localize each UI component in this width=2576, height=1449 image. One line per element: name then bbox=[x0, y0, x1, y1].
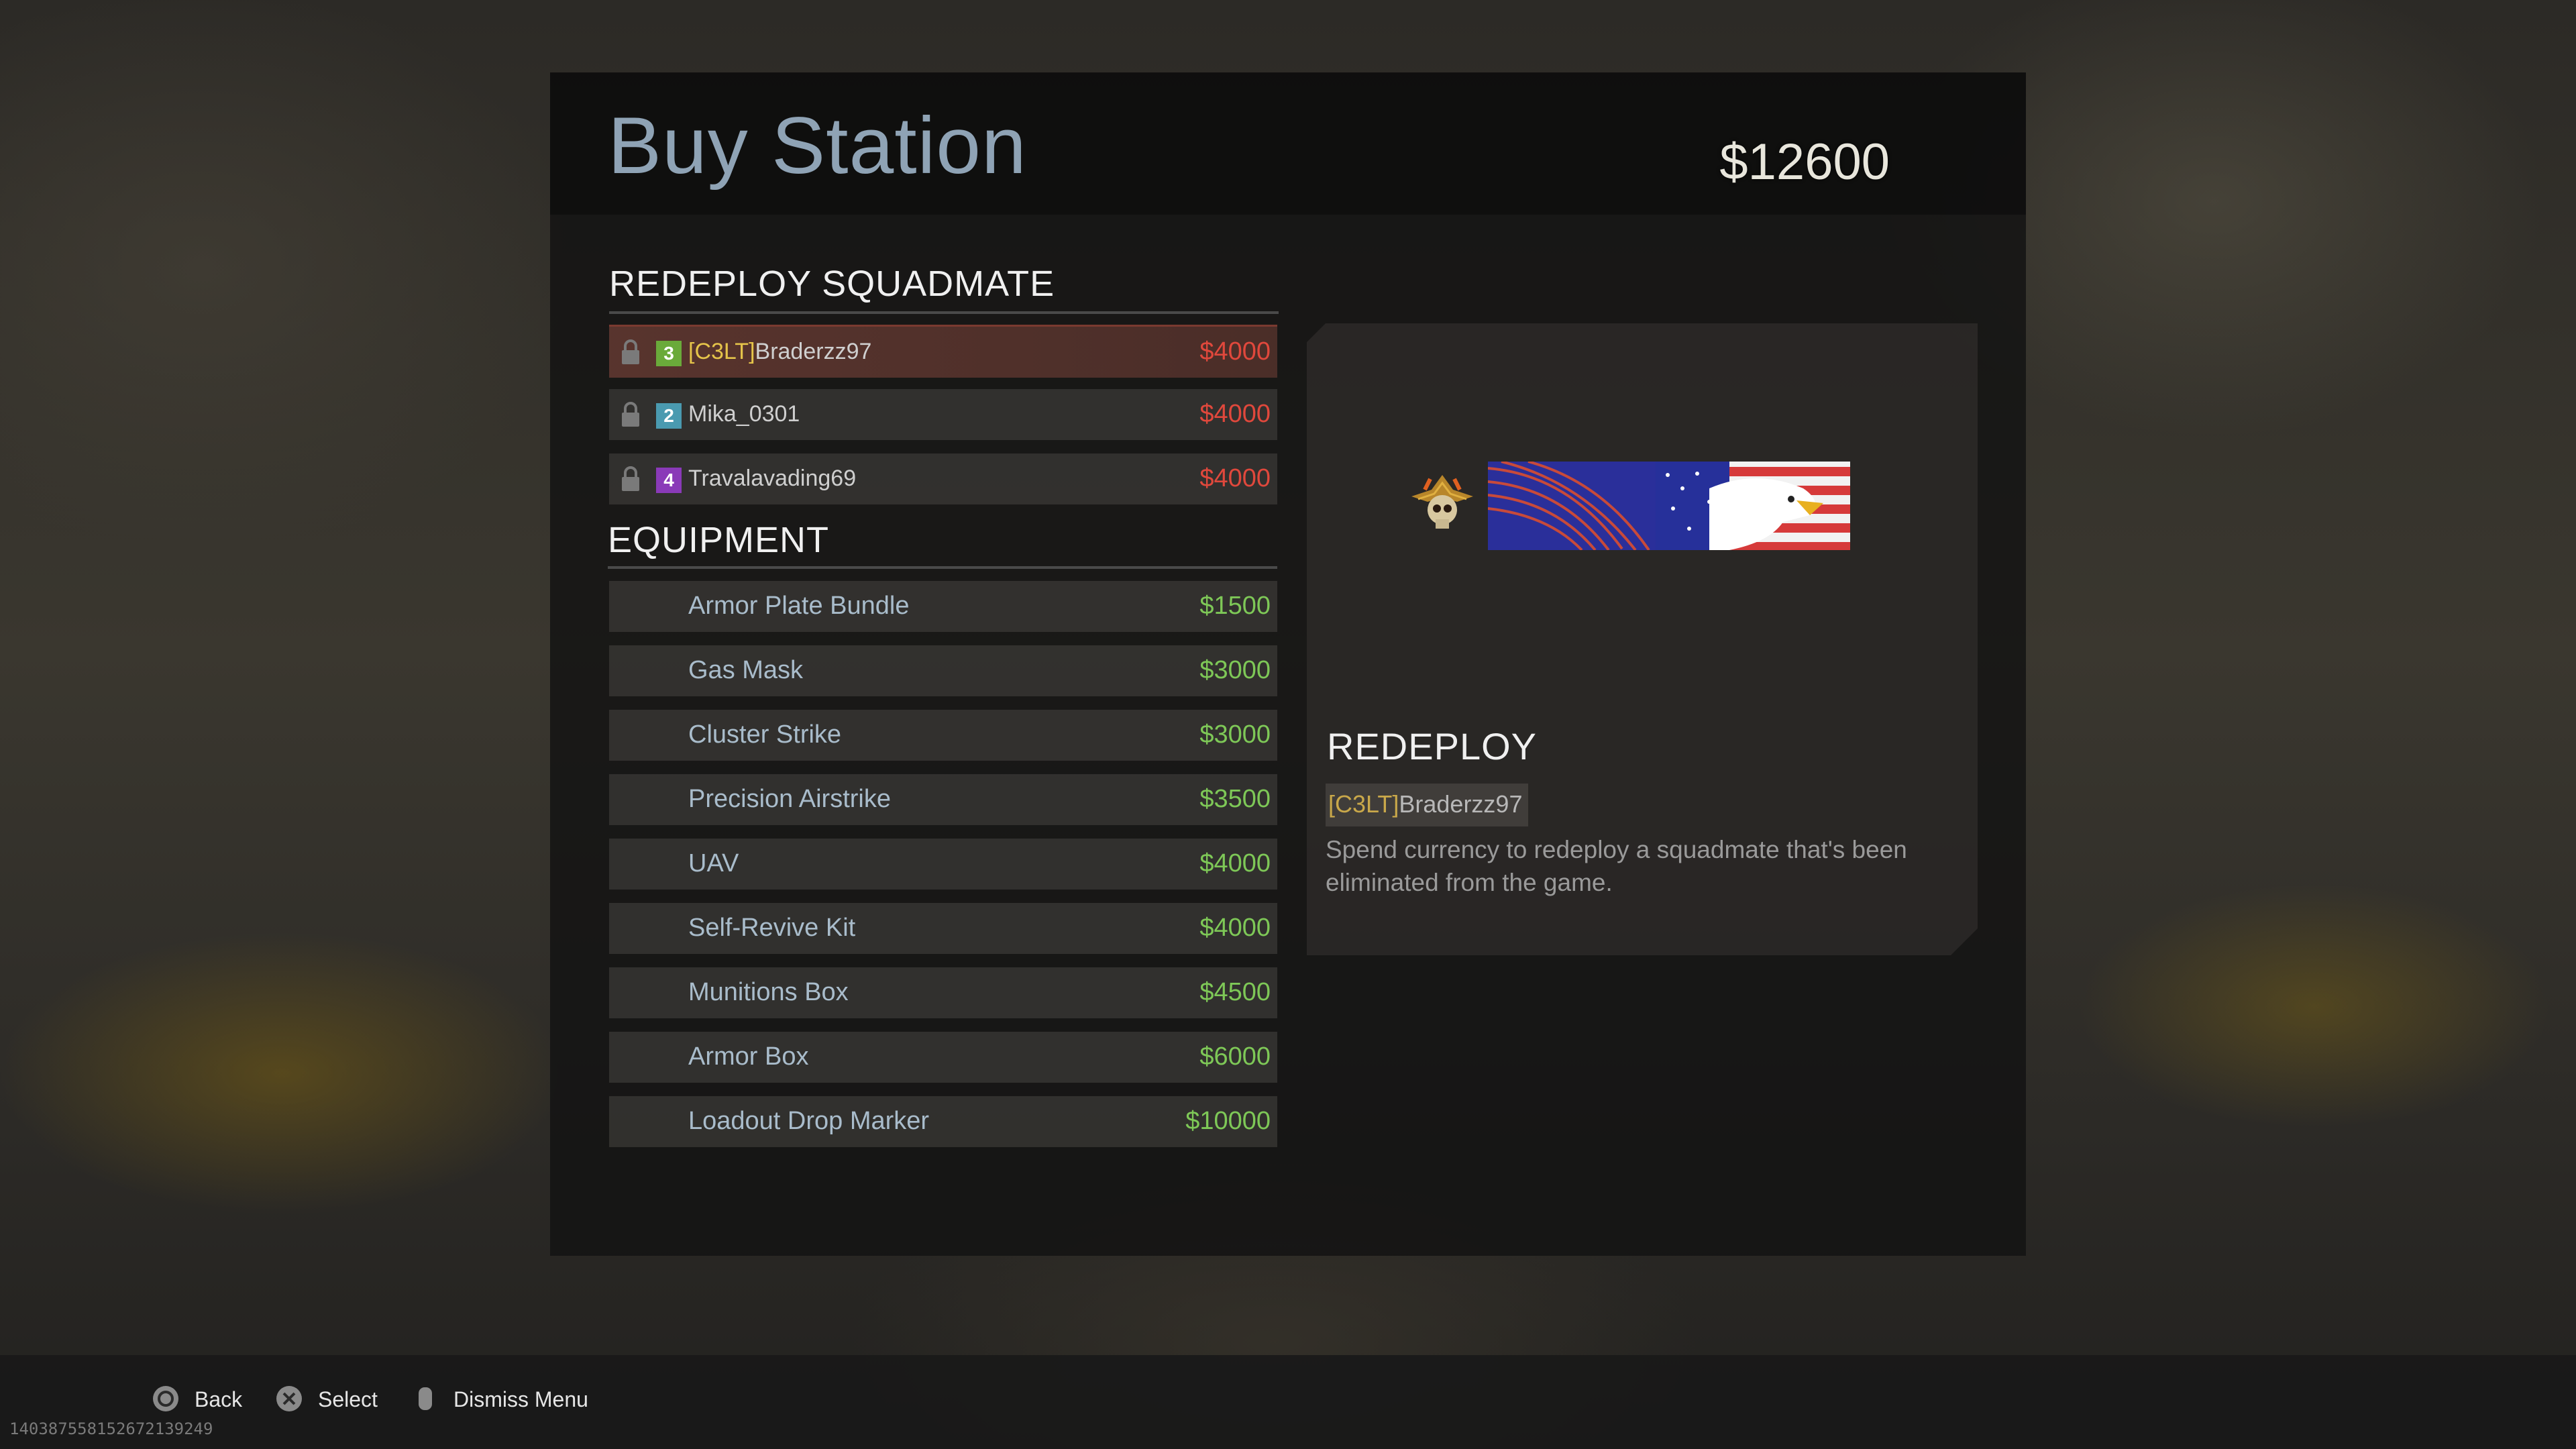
squadmate-name: Mika_0301 bbox=[688, 401, 800, 427]
equipment-name: Precision Airstrike bbox=[688, 785, 891, 813]
lock-icon bbox=[622, 466, 639, 491]
cross-button-icon bbox=[276, 1386, 302, 1411]
equipment-price: $4000 bbox=[1199, 849, 1271, 877]
lock-icon bbox=[622, 402, 639, 427]
squadmate-row[interactable]: 3 [C3LT]Braderzz97 $4000 bbox=[609, 325, 1277, 378]
equipment-row[interactable]: Armor Box $6000 bbox=[609, 1032, 1277, 1083]
detail-player-clan: [C3LT] bbox=[1328, 790, 1399, 818]
equipment-name: Armor Box bbox=[688, 1042, 809, 1071]
equipment-row[interactable]: Munitions Box $4500 bbox=[609, 967, 1277, 1018]
equipment-row[interactable]: Precision Airstrike $3500 bbox=[609, 774, 1277, 825]
equipment-row[interactable]: Cluster Strike $3000 bbox=[609, 710, 1277, 761]
equipment-price: $3500 bbox=[1199, 785, 1271, 813]
equipment-row[interactable]: Self-Revive Kit $4000 bbox=[609, 903, 1277, 954]
bottom-hint-bar bbox=[0, 1355, 2576, 1449]
equipment-price: $4500 bbox=[1199, 978, 1271, 1006]
build-id: 14038755815267213924​9 bbox=[9, 1419, 213, 1438]
squad-number-badge: 3 bbox=[656, 341, 682, 366]
section-divider bbox=[609, 311, 1279, 314]
squadmate-gamertag: Travalavading69 bbox=[688, 466, 857, 491]
page-title: Buy Station bbox=[608, 101, 1027, 191]
equipment-price: $10000 bbox=[1185, 1107, 1271, 1135]
detail-player-tag: [C3LT]Braderzz97 bbox=[1326, 784, 1528, 826]
equipment-name: UAV bbox=[688, 849, 739, 877]
select-button[interactable]: Select bbox=[318, 1387, 378, 1412]
back-button[interactable]: Back bbox=[195, 1387, 242, 1412]
lock-icon bbox=[622, 339, 639, 364]
detail-player-name: Braderzz97 bbox=[1399, 790, 1523, 818]
touchpad-button-icon bbox=[419, 1387, 432, 1410]
equipment-name: Loadout Drop Marker bbox=[688, 1107, 930, 1135]
squadmate-clan-tag: [C3LT] bbox=[688, 339, 755, 364]
equipment-price: $3000 bbox=[1199, 656, 1271, 684]
redeploy-section-title: REDEPLOY SQUADMATE bbox=[609, 264, 1055, 304]
equipment-section-title: EQUIPMENT bbox=[608, 520, 830, 560]
squadmate-gamertag: Mika_0301 bbox=[688, 401, 800, 427]
equipment-name: Munitions Box bbox=[688, 978, 849, 1006]
equipment-row[interactable]: Loadout Drop Marker $10000 bbox=[609, 1096, 1277, 1147]
equipment-price: $6000 bbox=[1199, 1042, 1271, 1071]
squadmate-gamertag: Braderzz97 bbox=[755, 339, 872, 364]
equipment-name: Gas Mask bbox=[688, 656, 804, 684]
circle-button-icon bbox=[153, 1386, 178, 1411]
squad-number-badge: 2 bbox=[656, 403, 682, 429]
squad-number-badge: 4 bbox=[656, 468, 682, 493]
equipment-price: $4000 bbox=[1199, 914, 1271, 942]
squadmate-price: $4000 bbox=[1199, 464, 1271, 492]
equipment-name: Armor Plate Bundle bbox=[688, 592, 910, 620]
detail-title: REDEPLOY bbox=[1327, 725, 1537, 767]
squadmate-name: [C3LT]Braderzz97 bbox=[688, 339, 871, 365]
equipment-price: $3000 bbox=[1199, 720, 1271, 749]
detail-description: Spend currency to redeploy a squadmate t… bbox=[1326, 836, 1907, 896]
squadmate-row[interactable]: 4 Travalavading69 $4000 bbox=[609, 453, 1277, 504]
equipment-name: Self-Revive Kit bbox=[688, 914, 856, 942]
equipment-row[interactable]: UAV $4000 bbox=[609, 839, 1277, 890]
squadmate-price: $4000 bbox=[1199, 400, 1271, 428]
equipment-row[interactable]: Armor Plate Bundle $1500 bbox=[609, 581, 1277, 632]
squadmate-row[interactable]: 2 Mika_0301 $4000 bbox=[609, 389, 1277, 440]
squadmate-price: $4000 bbox=[1199, 337, 1271, 366]
currency-display: $12600 bbox=[1719, 133, 1890, 191]
dismiss-menu-button[interactable]: Dismiss Menu bbox=[453, 1387, 588, 1412]
equipment-row[interactable]: Gas Mask $3000 bbox=[609, 645, 1277, 696]
section-divider bbox=[608, 566, 1277, 569]
calling-card-banner bbox=[1488, 462, 1850, 550]
equipment-name: Cluster Strike bbox=[688, 720, 842, 749]
equipment-price: $1500 bbox=[1199, 592, 1271, 620]
squadmate-name: Travalavading69 bbox=[688, 466, 856, 492]
skull-emblem-icon bbox=[1411, 475, 1473, 529]
